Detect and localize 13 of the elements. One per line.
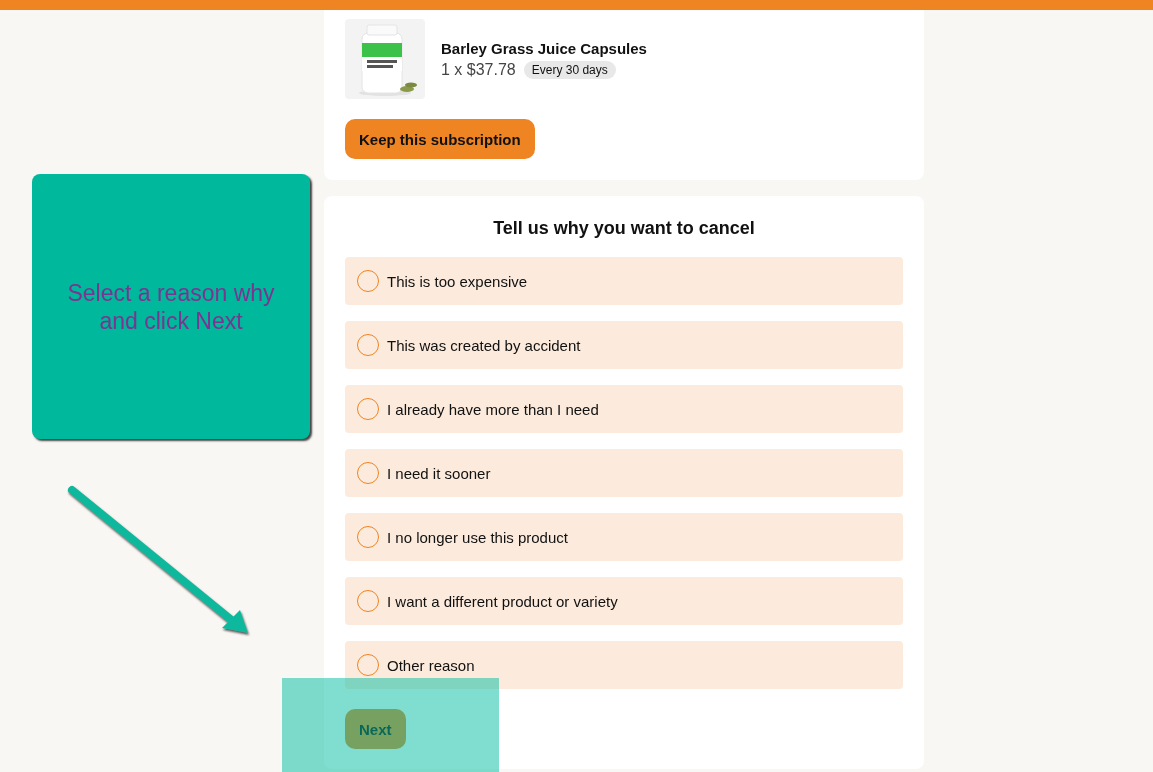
- product-name: Barley Grass Juice Capsules: [441, 39, 647, 57]
- reason-option[interactable]: I need it sooner: [345, 449, 903, 497]
- reason-option[interactable]: I already have more than I need: [345, 385, 903, 433]
- reason-option[interactable]: Other reason: [345, 641, 903, 689]
- product-price: 1 x $37.78: [441, 60, 516, 79]
- callout-text: Select a reason why and click Next: [66, 278, 276, 335]
- reason-option[interactable]: This is too expensive: [345, 257, 903, 305]
- reason-option[interactable]: I want a different product or variety: [345, 577, 903, 625]
- survey-title: Tell us why you want to cancel: [492, 218, 756, 239]
- reason-option[interactable]: This was created by accident: [345, 321, 903, 369]
- keep-subscription-button[interactable]: Keep this subscription: [345, 119, 535, 159]
- reason-option[interactable]: I no longer use this product: [345, 513, 903, 561]
- frequency-badge: Every 30 days: [523, 60, 616, 79]
